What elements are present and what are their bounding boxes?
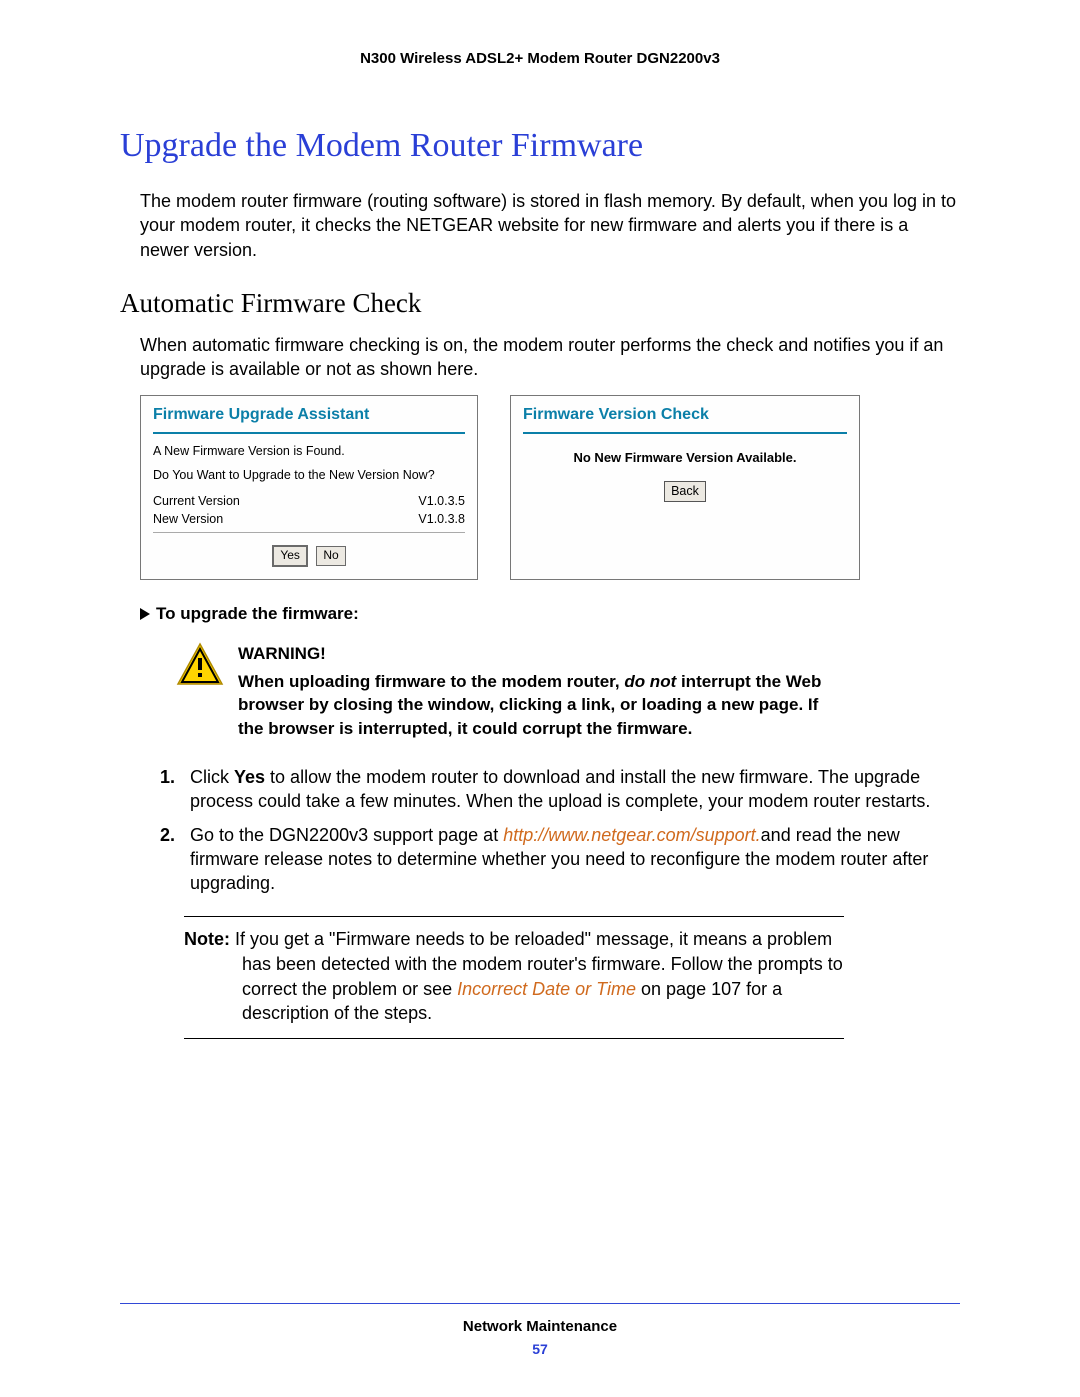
current-version-label: Current Version	[153, 494, 240, 508]
step-body: Go to the DGN2200v3 support page at http…	[190, 824, 960, 896]
page-number: 57	[120, 1341, 960, 1357]
warning-body: When uploading firmware to the modem rou…	[238, 672, 821, 738]
note-label: Note:	[184, 929, 230, 949]
document-page: N300 Wireless ADSL2+ Modem Router DGN220…	[0, 0, 1080, 1397]
footer-section-title: Network Maintenance	[120, 1318, 960, 1335]
divider	[153, 532, 465, 533]
new-version-value: V1.0.3.8	[418, 512, 465, 526]
step-list: 1. Click Yes to allow the modem router t…	[160, 766, 960, 896]
warning-block: WARNING! When uploading firmware to the …	[176, 642, 960, 740]
step-number: 1.	[160, 766, 182, 814]
new-firmware-found-message: A New Firmware Version is Found.	[153, 444, 465, 458]
note-block: Note: If you get a "Firmware needs to be…	[184, 916, 844, 1039]
procedure-label: To upgrade the firmware:	[156, 604, 359, 623]
screenshot-panels-row: Firmware Upgrade Assistant A New Firmwar…	[140, 395, 960, 580]
support-link[interactable]: http://www.netgear.com/support.	[503, 825, 760, 845]
step-1: 1. Click Yes to allow the modem router t…	[160, 766, 960, 814]
procedure-heading: To upgrade the firmware:	[120, 604, 960, 624]
heading-upgrade-firmware: Upgrade the Modem Router Firmware	[120, 127, 960, 165]
incorrect-date-time-link[interactable]: Incorrect Date or Time	[457, 979, 636, 999]
new-version-label: New Version	[153, 512, 223, 526]
panel-title: Firmware Upgrade Assistant	[153, 404, 465, 434]
triangle-right-icon	[140, 608, 150, 620]
warning-icon	[176, 642, 224, 691]
step-2: 2. Go to the DGN2200v3 support page at h…	[160, 824, 960, 896]
intro-paragraph: The modem router firmware (routing softw…	[120, 189, 960, 262]
auto-check-paragraph: When automatic firmware checking is on, …	[120, 333, 960, 382]
step-number: 2.	[160, 824, 182, 896]
doc-header: N300 Wireless ADSL2+ Modem Router DGN220…	[120, 50, 960, 67]
firmware-upgrade-assistant-panel: Firmware Upgrade Assistant A New Firmwar…	[140, 395, 478, 580]
step-body: Click Yes to allow the modem router to d…	[190, 766, 960, 814]
no-new-firmware-message: No New Firmware Version Available.	[523, 450, 847, 465]
no-button[interactable]: No	[316, 546, 345, 566]
back-button[interactable]: Back	[664, 481, 706, 502]
new-version-row: New Version V1.0.3.8	[153, 512, 465, 526]
current-version-row: Current Version V1.0.3.5	[153, 494, 465, 508]
heading-auto-check: Automatic Firmware Check	[120, 288, 960, 319]
upgrade-now-question: Do You Want to Upgrade to the New Versio…	[153, 468, 465, 482]
current-version-value: V1.0.3.5	[418, 494, 465, 508]
yes-button[interactable]: Yes	[272, 545, 308, 567]
warning-text: WARNING! When uploading firmware to the …	[238, 642, 840, 740]
page-footer: Network Maintenance 57	[120, 1303, 960, 1357]
warning-label: WARNING!	[238, 642, 840, 665]
yes-no-button-row: Yes No	[153, 545, 465, 567]
firmware-version-check-panel: Firmware Version Check No New Firmware V…	[510, 395, 860, 580]
panel-title: Firmware Version Check	[523, 404, 847, 434]
